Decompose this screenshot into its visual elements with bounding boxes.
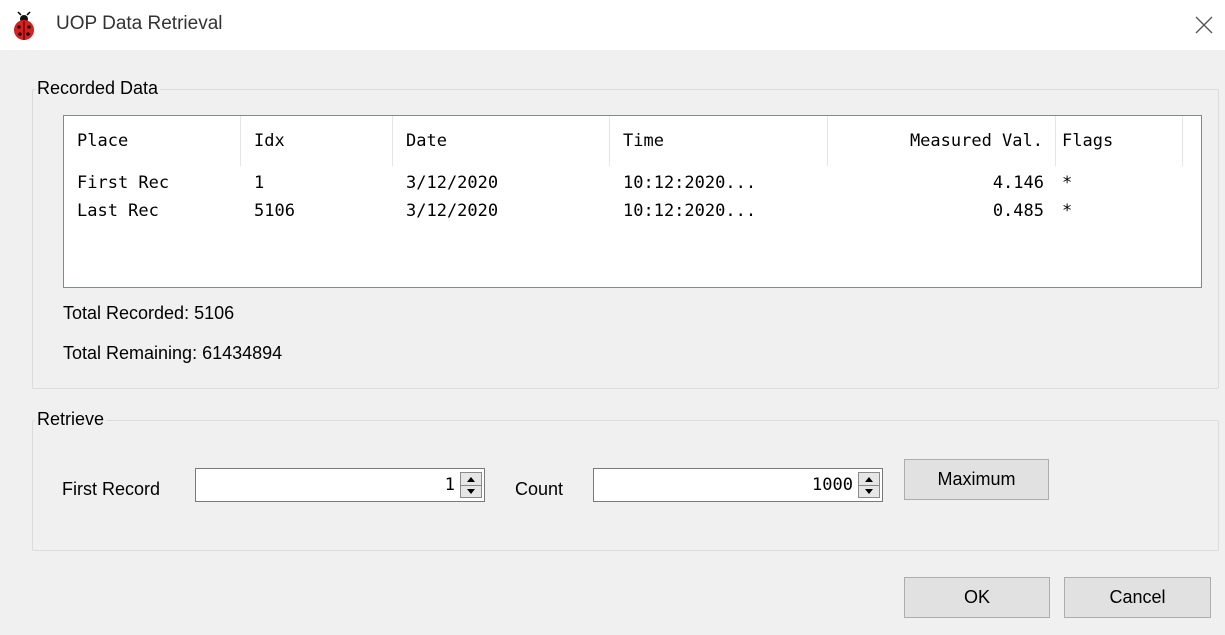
count-stepper[interactable] bbox=[593, 468, 883, 502]
column-header-flags[interactable]: Flags bbox=[1056, 116, 1183, 166]
total-recorded-label: Total Recorded: 5106 bbox=[63, 303, 235, 323]
column-header-place[interactable]: Place bbox=[64, 116, 241, 166]
column-header-date[interactable]: Date bbox=[393, 116, 610, 166]
column-header-idx[interactable]: Idx bbox=[241, 116, 393, 166]
cell-date: 3/12/2020 bbox=[406, 173, 499, 193]
cancel-button[interactable]: Cancel bbox=[1064, 577, 1211, 618]
ok-button[interactable]: OK bbox=[904, 577, 1050, 618]
cell-date: 3/12/2020 bbox=[406, 201, 499, 221]
arrow-down-icon bbox=[865, 488, 873, 494]
total-remaining-label: Total Remaining: 61434894 bbox=[63, 343, 283, 363]
cell-time: 10:12:2020... bbox=[623, 201, 757, 221]
window-title: UOP Data Retrieval bbox=[56, 13, 223, 34]
first-record-label: First Record bbox=[62, 479, 161, 499]
table-row[interactable]: Last Rec 5106 3/12/2020 10:12:2020... 0.… bbox=[64, 197, 1201, 225]
recorded-data-group-label: Recorded Data bbox=[35, 78, 161, 99]
first-record-decrement-button[interactable] bbox=[461, 485, 481, 497]
close-button[interactable] bbox=[1186, 8, 1222, 42]
count-label: Count bbox=[515, 479, 564, 499]
cell-measured-val: 4.146 bbox=[992, 173, 1044, 193]
retrieve-group-label: Retrieve bbox=[35, 409, 107, 430]
cell-measured-val: 0.485 bbox=[992, 201, 1044, 221]
list-header: Place Idx Date Time Measured Val. Flags bbox=[64, 116, 1201, 166]
first-record-spin-buttons bbox=[460, 472, 482, 498]
cell-flags: * bbox=[1062, 173, 1073, 193]
cell-place: First Rec bbox=[77, 173, 170, 193]
count-input[interactable] bbox=[594, 469, 856, 501]
cell-idx: 1 bbox=[254, 173, 265, 193]
cell-flags: * bbox=[1062, 201, 1073, 221]
count-spin-buttons bbox=[858, 472, 880, 498]
arrow-down-icon bbox=[467, 488, 475, 494]
ladybug-icon bbox=[12, 11, 36, 41]
cell-idx: 5106 bbox=[254, 201, 295, 221]
cell-time: 10:12:2020... bbox=[623, 173, 757, 193]
arrow-up-icon bbox=[865, 476, 873, 482]
arrow-up-icon bbox=[467, 476, 475, 482]
cell-place: Last Rec bbox=[77, 201, 159, 221]
count-decrement-button[interactable] bbox=[859, 485, 879, 497]
first-record-stepper[interactable] bbox=[195, 468, 485, 502]
recorded-data-list[interactable]: Place Idx Date Time Measured Val. Flags … bbox=[63, 115, 1202, 288]
first-record-input[interactable] bbox=[196, 469, 458, 501]
title-bar: UOP Data Retrieval bbox=[0, 0, 1225, 50]
table-row[interactable]: First Rec 1 3/12/2020 10:12:2020... 4.14… bbox=[64, 169, 1201, 197]
close-icon bbox=[1195, 16, 1213, 34]
column-header-time[interactable]: Time bbox=[610, 116, 828, 166]
column-header-measured-val[interactable]: Measured Val. bbox=[828, 116, 1056, 166]
maximum-button[interactable]: Maximum bbox=[904, 459, 1049, 500]
